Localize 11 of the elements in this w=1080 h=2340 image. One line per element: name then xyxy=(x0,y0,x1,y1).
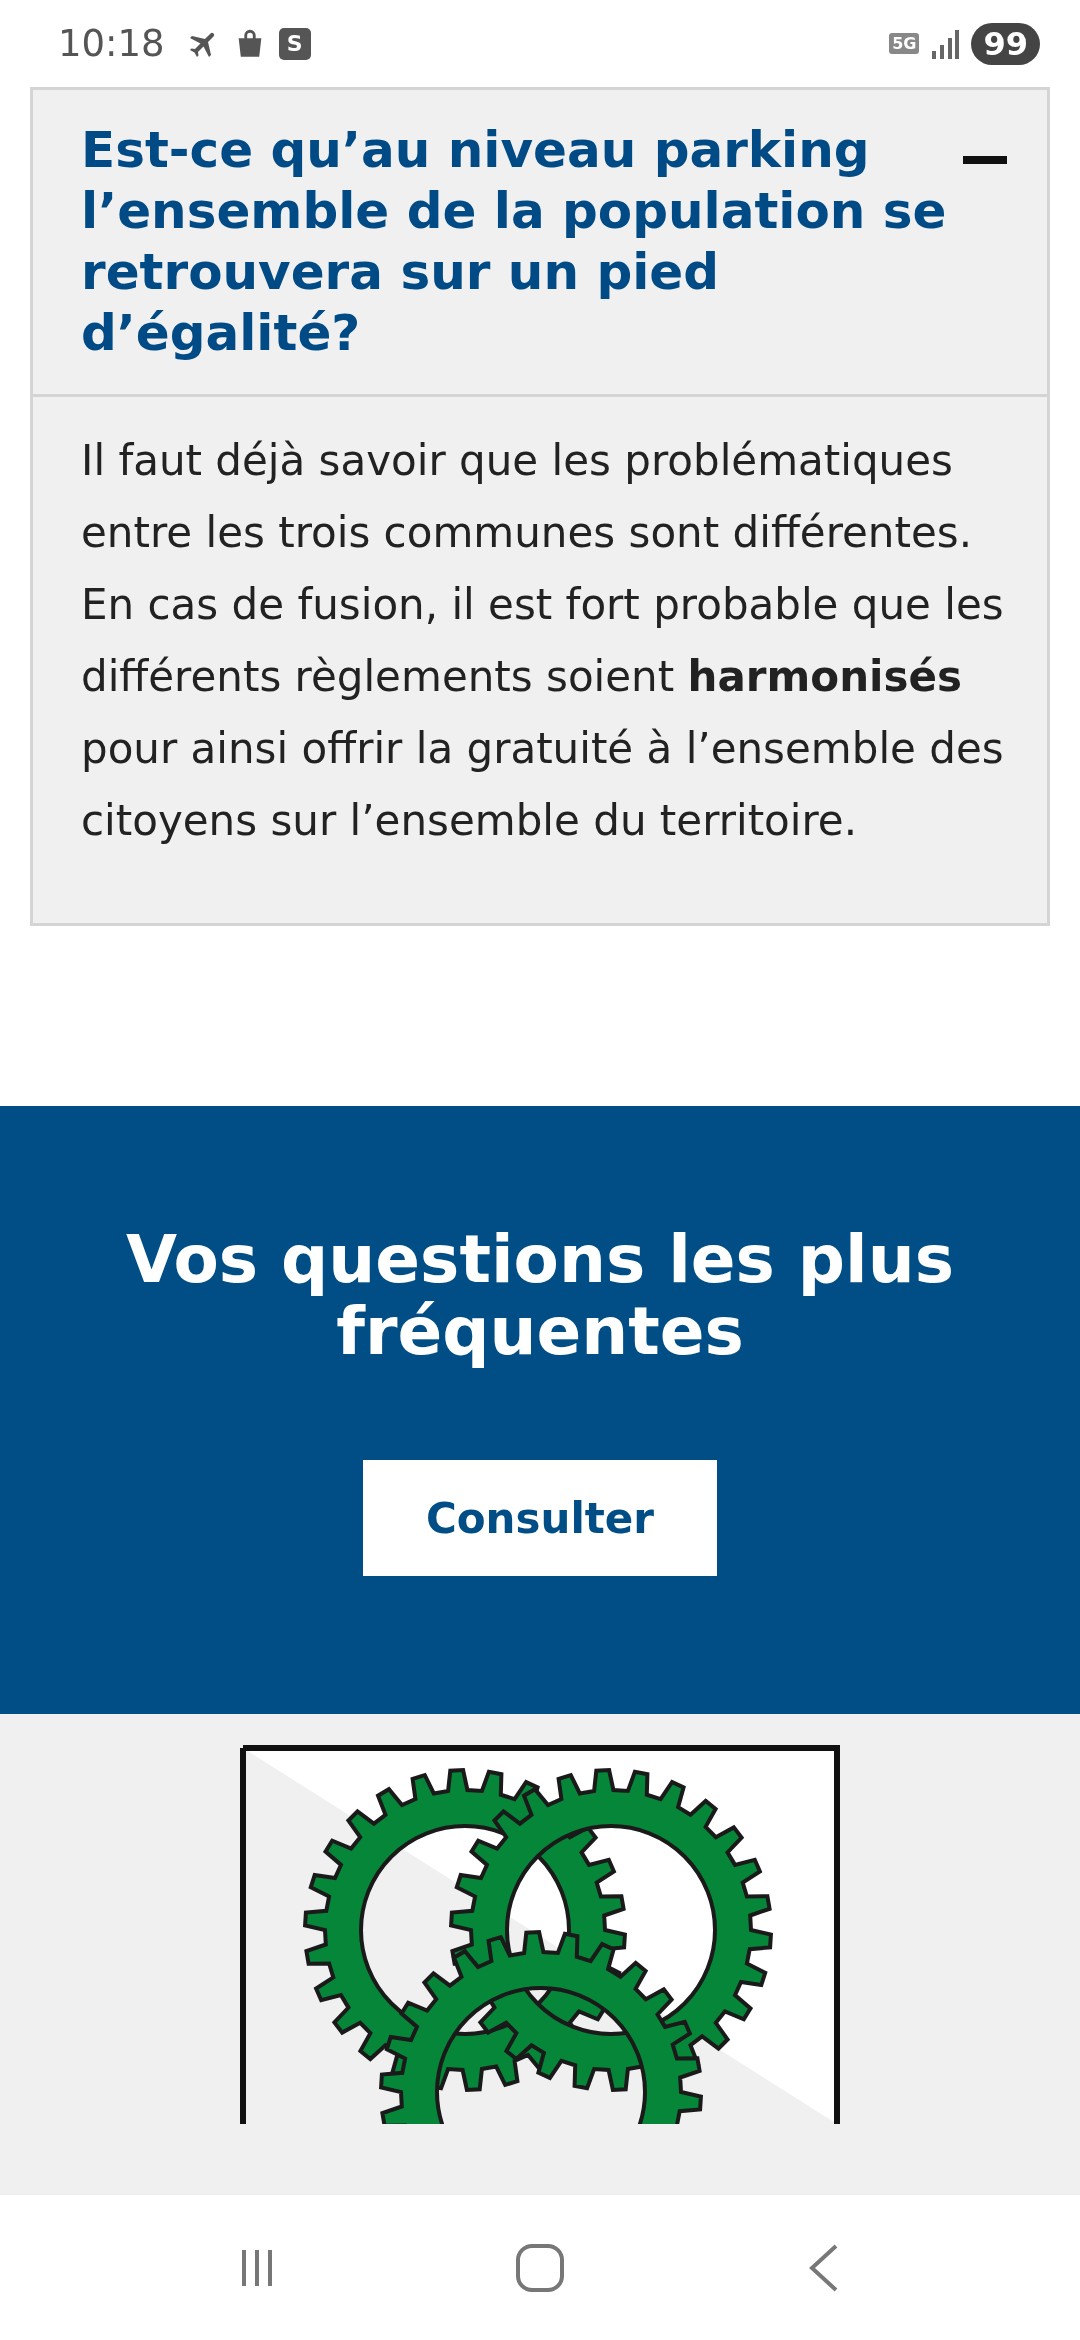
clock: 10:18 xyxy=(58,22,165,65)
signal-icon xyxy=(931,28,960,59)
faq-question: Est-ce qu’au niveau parking l’ensemble de la population se retrouvera sur un pied d’égalité? xyxy=(81,120,948,364)
network-indicator: 5G xyxy=(889,33,920,54)
notification-badge: S xyxy=(278,27,311,60)
banner-title: Vos questions les plus fréquentes xyxy=(125,1224,955,1368)
faq-answer: Il faut déjà savoir que les problématiques entre les trois communes sont différentes. En cas de fusion, il est fort probable que les différents règlements soient harmonisés pour ainsi offrir la gratuité à l’ensemble des citoyens sur l’ensemble du territoire. xyxy=(80,435,1005,847)
consult-button[interactable]: Consulter xyxy=(363,1460,717,1576)
home-icon[interactable] xyxy=(515,2242,565,2293)
recent-apps-icon[interactable] xyxy=(240,2247,275,2288)
battery-level: 99 xyxy=(971,22,1040,65)
